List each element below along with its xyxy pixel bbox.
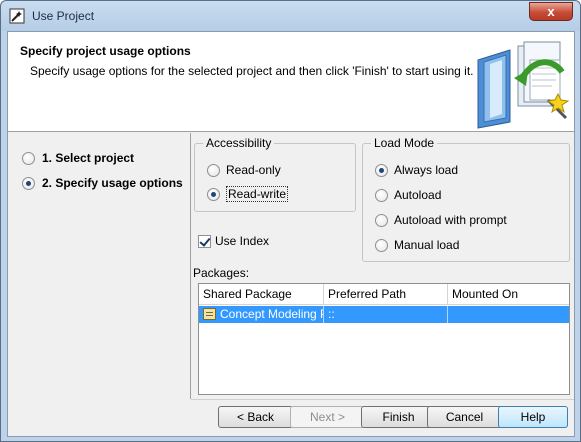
cell-mounted-on[interactable] xyxy=(448,306,569,323)
dialog-body: Specify project usage options Specify us… xyxy=(7,31,575,437)
radio-selected-icon xyxy=(375,163,388,177)
header-description: Specify usage options for the selected p… xyxy=(30,64,474,78)
shared-package-value: Concept Modeling P... xyxy=(220,307,323,321)
header-title: Specify project usage options xyxy=(20,44,191,58)
radio-icon xyxy=(207,163,220,177)
radio-icon xyxy=(375,188,388,202)
accessibility-group: Accessibility Read-only Read-write xyxy=(194,136,356,212)
autoload-label: Autoload xyxy=(394,188,442,202)
close-button[interactable]: x xyxy=(529,2,573,21)
package-icon xyxy=(203,308,216,320)
help-button[interactable]: Help xyxy=(498,406,568,428)
step-select-project[interactable]: 1. Select project xyxy=(22,150,134,166)
table-row[interactable]: Concept Modeling P... :: xyxy=(199,306,569,323)
packages-table-header: Shared Package Preferred Path Mounted On xyxy=(199,284,569,305)
column-header-shared-package[interactable]: Shared Package xyxy=(199,284,324,305)
step-label: 1. Select project xyxy=(42,151,135,165)
wizard-header: Specify project usage options Specify us… xyxy=(8,32,574,132)
radio-icon xyxy=(375,238,388,252)
manual-load-label: Manual load xyxy=(394,238,460,252)
title-bar[interactable]: Use Project x xyxy=(1,1,580,31)
cell-preferred-path[interactable]: :: xyxy=(324,306,448,323)
checkbox-checked-icon xyxy=(198,234,211,248)
finish-button[interactable]: Finish xyxy=(361,406,436,428)
next-button[interactable]: Next > xyxy=(290,406,365,428)
read-write-label: Read-write xyxy=(226,186,289,202)
accessibility-group-title: Accessibility xyxy=(203,136,275,150)
load-mode-group-title: Load Mode xyxy=(371,136,438,150)
step-radio-selected-icon xyxy=(22,176,35,190)
back-button[interactable]: < Back xyxy=(218,406,293,428)
use-index-checkbox[interactable]: Use Index xyxy=(198,233,269,249)
read-write-radio[interactable]: Read-write xyxy=(207,186,289,202)
radio-icon xyxy=(375,213,388,227)
cancel-button[interactable]: Cancel xyxy=(427,406,502,428)
column-header-preferred-path[interactable]: Preferred Path xyxy=(324,284,448,305)
manual-load-radio[interactable]: Manual load xyxy=(375,237,459,253)
load-mode-group: Load Mode Always load Autoload Autoload … xyxy=(362,136,570,262)
autoload-with-prompt-radio[interactable]: Autoload with prompt xyxy=(375,212,507,228)
radio-selected-icon xyxy=(207,187,220,201)
step-label: 2. Specify usage options xyxy=(42,176,183,190)
use-index-label: Use Index xyxy=(215,234,270,248)
always-load-radio[interactable]: Always load xyxy=(375,162,458,178)
step-specify-usage-options[interactable]: 2. Specify usage options xyxy=(22,175,183,191)
wizard-steps: 1. Select project 2. Specify usage optio… xyxy=(8,133,191,399)
step-radio-icon xyxy=(22,151,35,165)
always-load-label: Always load xyxy=(394,163,459,177)
autoload-with-prompt-label: Autoload with prompt xyxy=(394,213,507,227)
project-books-illustration xyxy=(477,41,570,129)
autoload-radio[interactable]: Autoload xyxy=(375,187,441,203)
packages-table[interactable]: Shared Package Preferred Path Mounted On… xyxy=(198,283,570,395)
use-project-window: Use Project x Specify project usage opti… xyxy=(0,0,581,442)
window-title: Use Project xyxy=(32,9,95,23)
read-only-radio[interactable]: Read-only xyxy=(207,162,281,178)
footer-divider xyxy=(191,399,574,400)
read-only-label: Read-only xyxy=(226,163,281,177)
cell-shared-package[interactable]: Concept Modeling P... xyxy=(199,306,324,323)
packages-label: Packages: xyxy=(193,266,250,280)
close-icon: x xyxy=(547,4,555,19)
wizard-icon xyxy=(9,8,25,24)
column-header-mounted-on[interactable]: Mounted On xyxy=(448,284,569,305)
